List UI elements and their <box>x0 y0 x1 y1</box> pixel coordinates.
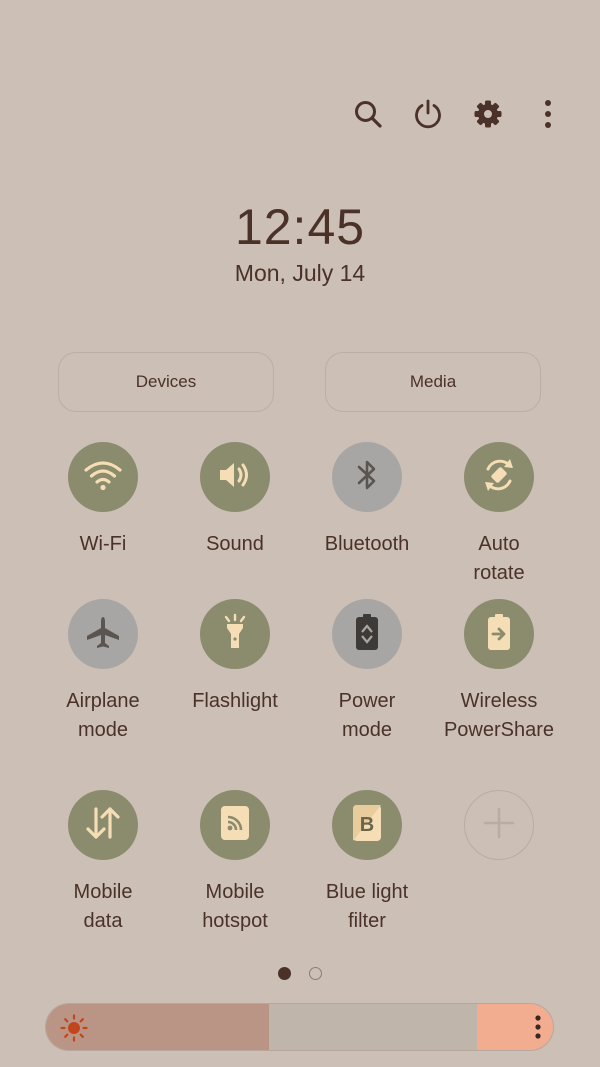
add-tile-button[interactable] <box>464 790 534 860</box>
more-vertical-icon[interactable] <box>532 94 564 134</box>
sound-toggle[interactable] <box>200 442 270 512</box>
tile-label: Power mode <box>338 690 396 741</box>
blue-light-filter-toggle[interactable]: B <box>332 790 402 860</box>
page-dot-2[interactable] <box>309 967 322 980</box>
airplane-icon <box>83 614 123 655</box>
data-arrows-icon <box>83 805 123 846</box>
tile-label: Mobile hotspot <box>202 881 268 932</box>
add-icon <box>482 806 516 845</box>
tile-label: Auto rotate <box>473 533 525 584</box>
search-icon[interactable] <box>352 94 384 134</box>
tile-mobile-hotspot: Mobile hotspot <box>170 790 300 936</box>
tile-auto-rotate: Auto rotate <box>434 442 564 588</box>
tile-power-mode: Power mode <box>302 599 432 745</box>
page-dot-1[interactable] <box>278 967 291 980</box>
settings-gear-icon[interactable] <box>472 94 504 134</box>
auto-rotate-icon <box>479 455 519 500</box>
tile-add <box>434 790 564 860</box>
power-mode-toggle[interactable] <box>332 599 402 669</box>
tile-wireless-powershare: Wireless PowerShare <box>434 599 564 745</box>
wifi-icon <box>83 458 123 497</box>
tile-label: Wi-Fi <box>79 533 127 555</box>
tile-label: Wireless PowerShare <box>443 690 555 741</box>
tile-label: Blue light filter <box>325 881 409 932</box>
mobile-data-toggle[interactable] <box>68 790 138 860</box>
brightness-more-icon[interactable] <box>533 1014 543 1045</box>
wifi-toggle[interactable] <box>68 442 138 512</box>
media-button[interactable]: Media <box>325 352 541 412</box>
tile-label: Mobile data <box>73 881 133 932</box>
battery-recycle-icon <box>352 612 382 657</box>
tile-bluetooth: Bluetooth <box>302 442 432 559</box>
devices-button[interactable]: Devices <box>58 352 274 412</box>
flashlight-toggle[interactable] <box>200 599 270 669</box>
brightness-slider[interactable] <box>45 1003 554 1051</box>
tile-label: Sound <box>206 533 264 555</box>
svg-text:B: B <box>360 814 374 836</box>
page-indicator <box>0 967 600 980</box>
auto-rotate-toggle[interactable] <box>464 442 534 512</box>
wireless-powershare-toggle[interactable] <box>464 599 534 669</box>
tile-blue-light-filter: B Blue light filter <box>302 790 432 936</box>
flashlight-icon <box>220 613 250 656</box>
airplane-mode-toggle[interactable] <box>68 599 138 669</box>
speaker-icon <box>216 459 254 496</box>
clock-date[interactable]: Mon, July 14 <box>0 260 600 287</box>
clock-time[interactable]: 12:45 <box>0 198 600 256</box>
blue-light-filter-icon: B <box>349 803 385 848</box>
power-icon[interactable] <box>412 94 444 134</box>
mobile-hotspot-toggle[interactable] <box>200 790 270 860</box>
tile-label: Flashlight <box>192 690 278 712</box>
quick-panel-toolbar <box>352 94 564 134</box>
sun-icon <box>60 1014 88 1047</box>
tile-wifi: Wi-Fi <box>38 442 168 559</box>
hotspot-icon <box>217 804 253 847</box>
bluetooth-icon <box>354 457 380 498</box>
tile-flashlight: Flashlight <box>170 599 300 716</box>
tile-label: Airplane mode <box>66 690 140 741</box>
tile-label: Bluetooth <box>324 533 410 555</box>
battery-share-icon <box>484 612 514 657</box>
bluetooth-toggle[interactable] <box>332 442 402 512</box>
tile-sound: Sound <box>170 442 300 559</box>
tile-airplane-mode: Airplane mode <box>38 599 168 745</box>
tile-mobile-data: Mobile data <box>38 790 168 936</box>
